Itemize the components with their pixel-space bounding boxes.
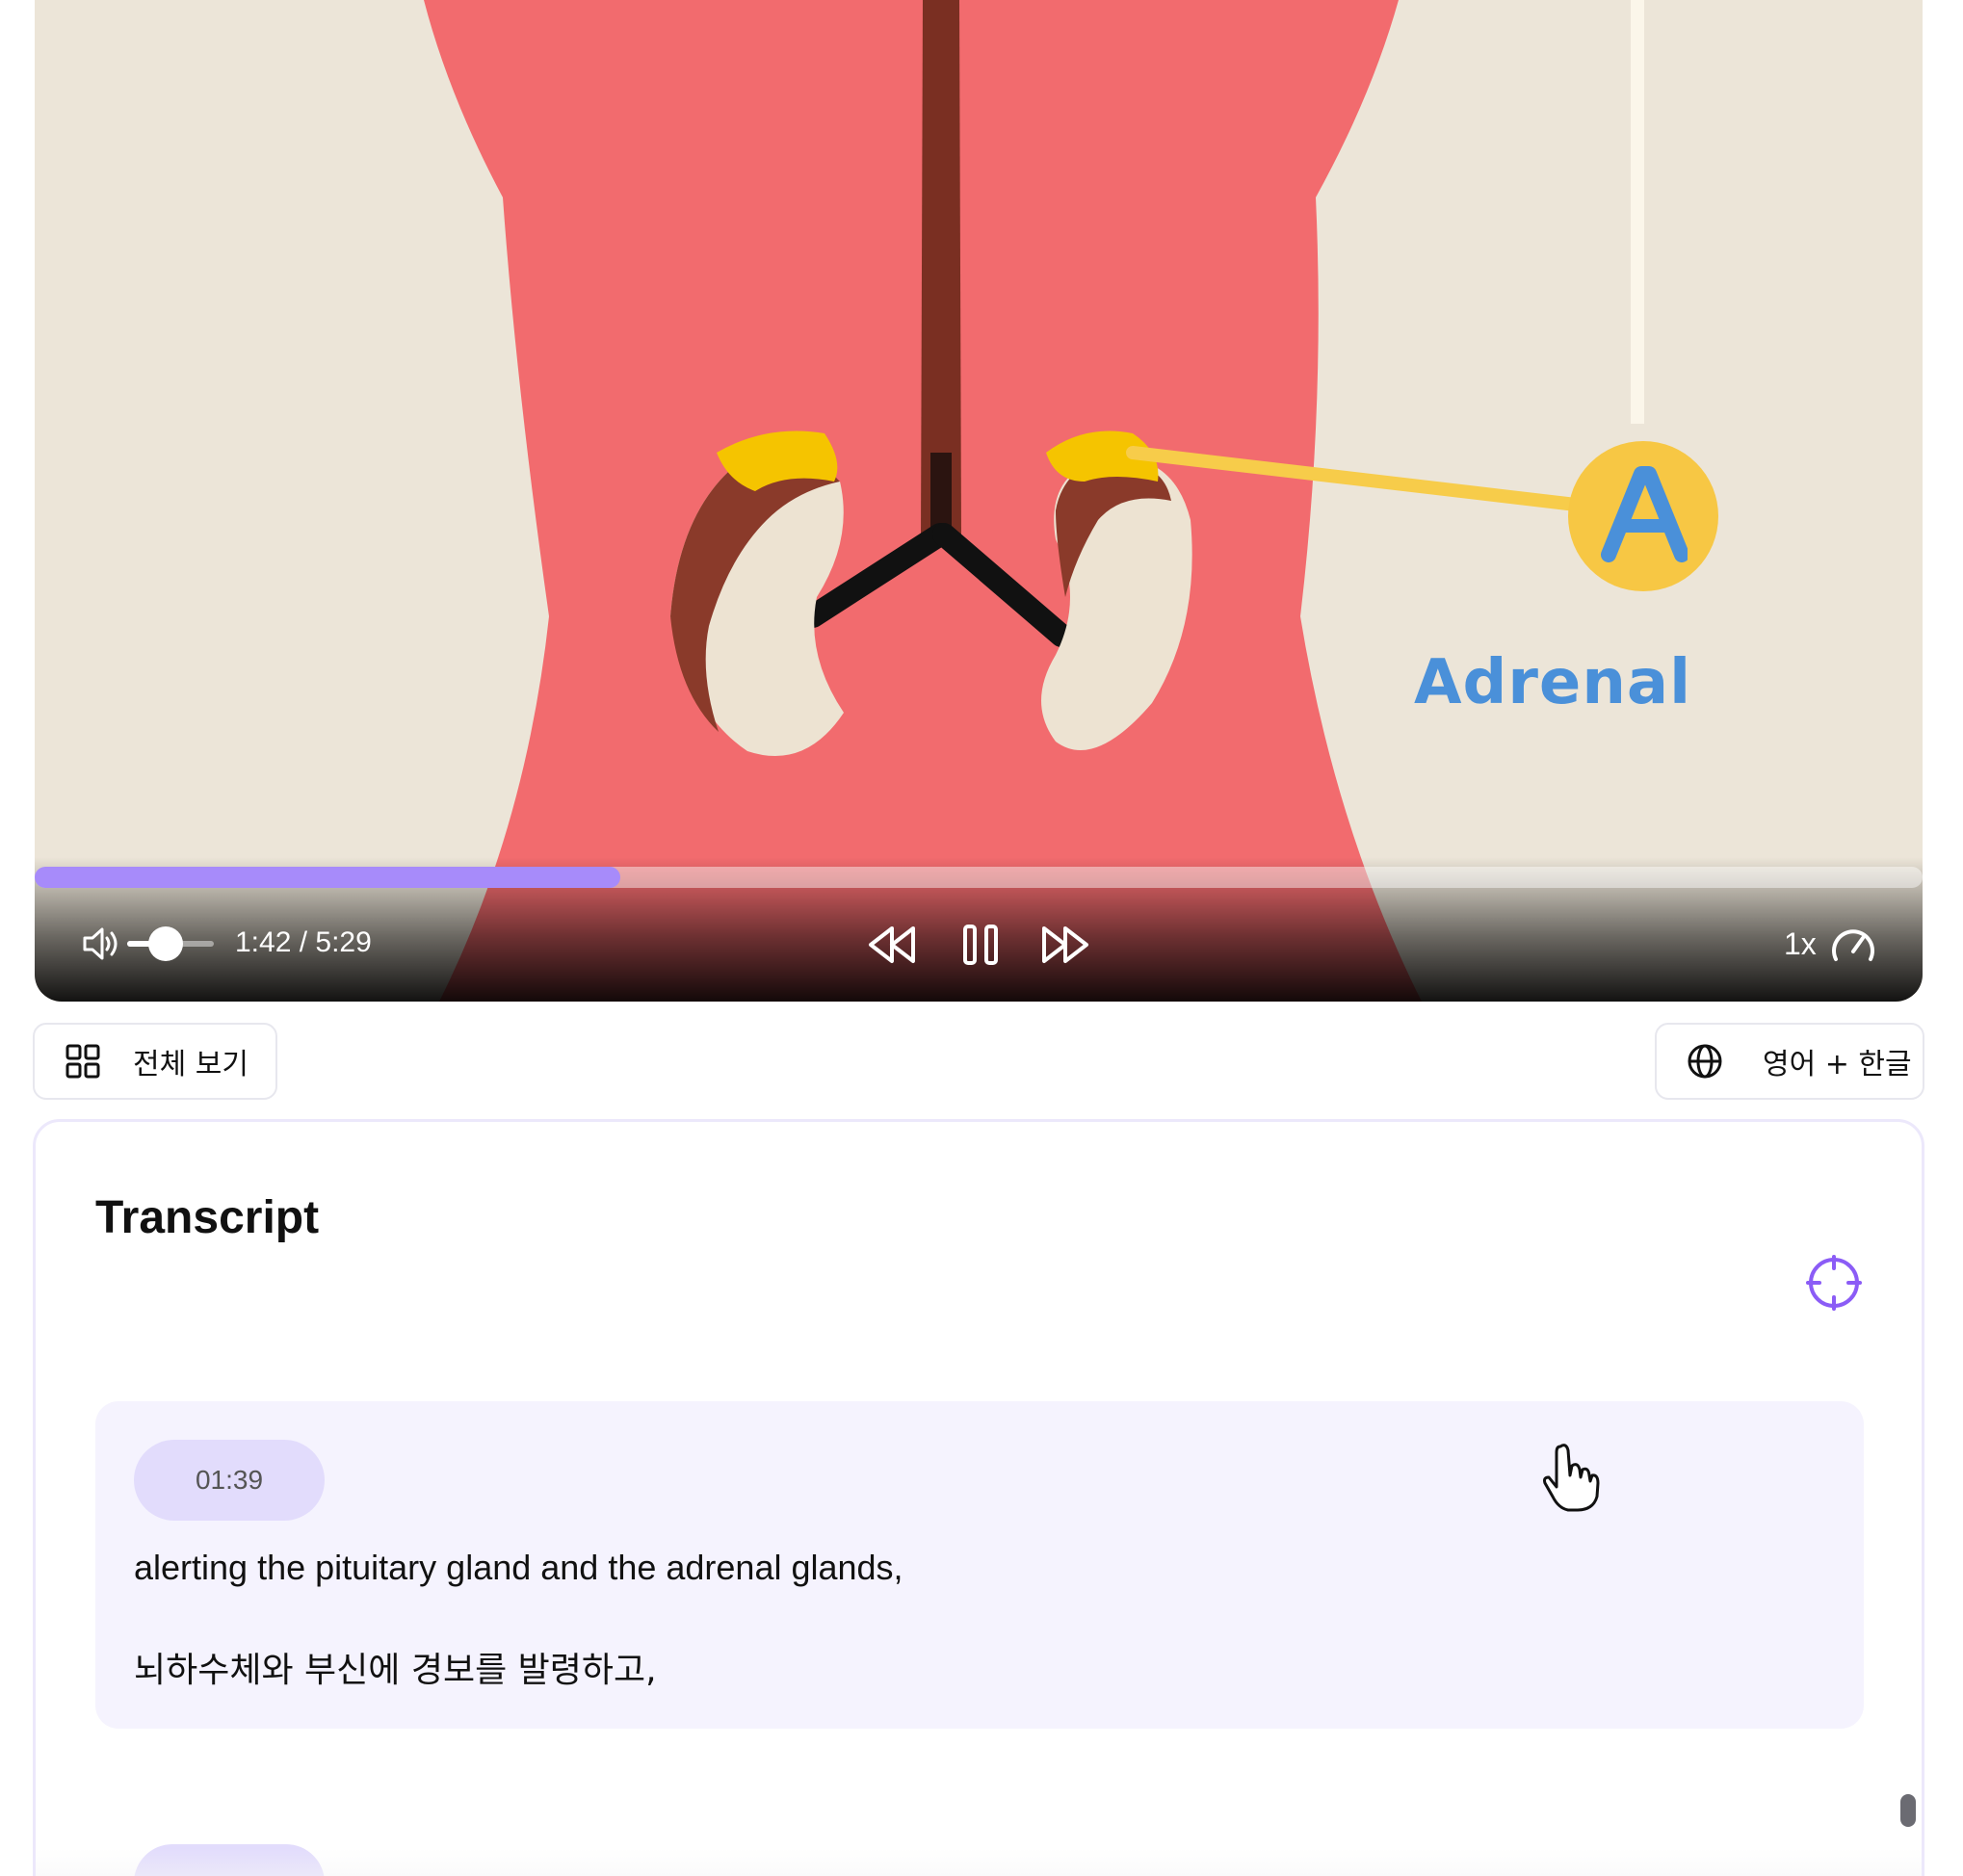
video-frame: A Adrenal — [35, 0, 1923, 1002]
overlay-label: Adrenal — [1414, 647, 1691, 718]
language-label: 영어 + 한글 — [1763, 1048, 1912, 1081]
transcript-panel: Transcript 01:39 alerting the pituitary … — [33, 1119, 1924, 1876]
speedometer-icon[interactable] — [1830, 923, 1876, 965]
time-display: 1:42 / 5:29 — [235, 926, 372, 958]
scrollbar-thumb[interactable] — [1900, 1794, 1916, 1827]
fast-forward-icon[interactable] — [1040, 925, 1090, 965]
progress-bar[interactable] — [35, 867, 1923, 888]
progress-fill — [35, 867, 620, 888]
hand-pointer-icon — [1543, 1444, 1600, 1512]
transcript-korean-line: 뇌하수체와 부신에 경보를 발령하고, — [134, 1651, 657, 1690]
marker-letter-a — [1601, 466, 1688, 562]
pause-icon[interactable] — [961, 923, 1000, 967]
grid-icon — [65, 1044, 100, 1079]
bottom-fade — [36, 1848, 1922, 1876]
playback-speed[interactable]: 1x — [1784, 926, 1817, 962]
globe-icon — [1688, 1044, 1722, 1079]
rewind-icon[interactable] — [867, 925, 917, 965]
language-toggle-button[interactable]: 영어 + 한글 — [1655, 1023, 1924, 1100]
transcript-title: Transcript — [95, 1192, 320, 1243]
transcript-english-line: alerting the pituitary gland and the adr… — [134, 1548, 903, 1587]
timestamp-chip[interactable]: 01:39 — [134, 1440, 325, 1521]
volume-icon[interactable] — [81, 925, 121, 963]
crosshair-icon[interactable] — [1806, 1255, 1862, 1311]
volume-knob[interactable] — [148, 926, 183, 961]
view-all-button[interactable]: 전체 보기 — [33, 1023, 277, 1100]
view-all-label: 전체 보기 — [133, 1048, 249, 1081]
video-player[interactable]: A Adrenal 1:42 / 5:29 1x — [35, 0, 1923, 1002]
